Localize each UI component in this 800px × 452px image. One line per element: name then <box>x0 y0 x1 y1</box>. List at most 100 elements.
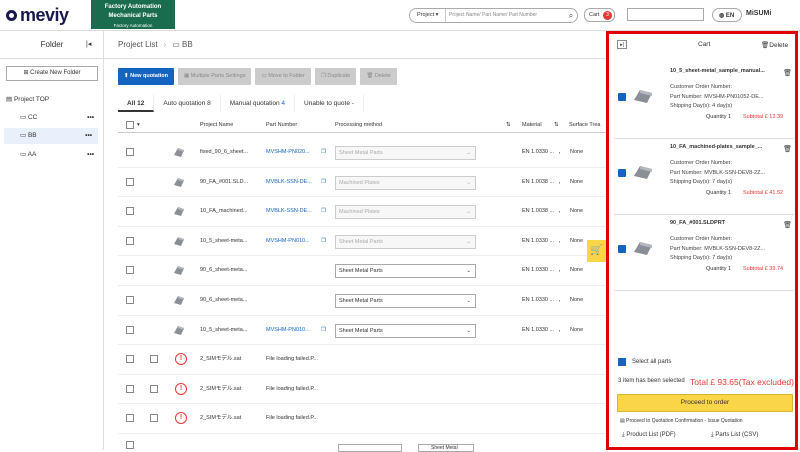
tab-auto-quotation[interactable]: Auto quotation 8 <box>154 95 221 112</box>
row-checkbox[interactable] <box>126 414 134 423</box>
project-name-cell[interactable]: 2_SIMモデル.sat <box>200 404 262 433</box>
cart-button[interactable]: Cart 3 <box>584 8 615 22</box>
misumi-logo[interactable]: MiSUMi <box>746 10 771 17</box>
cart-item-checkbox[interactable] <box>618 93 626 101</box>
search-icon[interactable]: ⌕ <box>565 11 577 21</box>
material-info-icon[interactable]: ▪ <box>559 256 560 285</box>
processing-method-select[interactable]: Sheet Metal Parts ⌄ <box>335 264 476 279</box>
col-part-number[interactable]: Part Number <box>266 117 297 133</box>
row-sub-checkbox[interactable] <box>150 355 158 364</box>
col-project-name[interactable]: Project Name <box>200 117 233 133</box>
breadcrumb-root[interactable]: Project List <box>118 40 158 49</box>
row-checkbox[interactable] <box>126 177 134 186</box>
multiple-parts-settings-button[interactable]: ▦ Multiple Parts Settings <box>178 68 252 85</box>
processing-method-select[interactable]: Sheet Metal Parts ⌄ <box>335 146 476 160</box>
material-info-icon[interactable]: ▪ <box>559 286 560 315</box>
cart-delete-button[interactable]: 🗑Delete <box>761 41 788 49</box>
cart-item-title[interactable]: 90_FA_#001.SLDPRT <box>670 219 788 229</box>
part-number-cell[interactable]: MVBLK-SSN-DE... <box>266 168 324 197</box>
select-all-rows-checkbox[interactable] <box>126 121 134 129</box>
table-row[interactable]: 10_5_sheet-meta... MVSHM-PN010... ❐ Sheet M… <box>118 227 606 257</box>
tab-all[interactable]: All 12 <box>118 95 155 112</box>
part-thumbnail[interactable] <box>172 323 186 337</box>
material-info-icon[interactable]: ▪ <box>559 138 560 167</box>
processing-method-select[interactable]: Sheet Metal Parts ⌄ <box>335 234 476 249</box>
product-list-pdf-link[interactable]: ⤓ Product List (PDF) <box>622 432 676 439</box>
project-name-cell[interactable]: 2_SIMモデル.sat <box>200 345 262 374</box>
sidebar-item-bb[interactable]: ▭ BB ••• <box>4 128 98 144</box>
select-all-checkbox[interactable] <box>618 358 626 366</box>
cart-item[interactable]: 10_FA_machined-plates_sample_... 🗑 Custome… <box>614 140 794 215</box>
row-checkbox[interactable] <box>126 325 134 334</box>
processing-method-select[interactable]: Machined Plates ⌄ <box>335 175 476 190</box>
search-category-select[interactable]: Project ▾ <box>410 9 446 22</box>
more-options-icon[interactable]: ••• <box>87 147 94 163</box>
part-thumbnail[interactable] <box>172 263 186 277</box>
cart-item-checkbox[interactable] <box>618 245 626 253</box>
part-thumbnail[interactable] <box>172 204 186 218</box>
processing-method-select[interactable]: Sheet Metal Parts ⌄ <box>335 294 476 308</box>
part-number-cell[interactable]: MVSHM-PN020... <box>266 138 324 167</box>
row-checkbox[interactable] <box>126 207 134 216</box>
select-all-parts[interactable]: Select all parts <box>618 358 671 366</box>
trash-icon[interactable]: 🗑 <box>783 69 792 79</box>
factory-automation-banner[interactable]: Factory Automation Mechanical Parts Fact… <box>91 0 175 29</box>
processing-method-select[interactable]: Sheet Metal Parts ⌄ <box>335 323 476 338</box>
user-menu-box[interactable] <box>627 8 704 21</box>
project-name-cell[interactable]: 10_5_sheet-meta... <box>200 227 262 256</box>
copy-icon[interactable]: ❐ <box>321 168 326 197</box>
material-info-icon[interactable]: ▪ <box>559 316 560 345</box>
project-name-cell[interactable]: 10_5_sheet-meta... <box>200 316 262 345</box>
copy-icon[interactable]: ❐ <box>321 197 326 226</box>
sort-icon[interactable]: ⇅ <box>554 117 559 133</box>
table-row[interactable]: ! 2_SIMモデル.sat File loading failed.P... <box>118 404 606 434</box>
table-row[interactable]: ! 2_SIMモデル.sat File loading failed.P... <box>118 375 606 405</box>
sidebar-item-project-top[interactable]: ▤ Project TOP <box>6 92 102 108</box>
tab-manual-quotation[interactable]: Manual quotation 4 <box>221 95 296 112</box>
row-checkbox[interactable] <box>126 355 134 364</box>
select-dropdown-icon[interactable]: ▾ <box>137 117 140 133</box>
part-thumbnail[interactable] <box>172 145 186 159</box>
copy-icon[interactable]: ❐ <box>321 316 326 345</box>
project-name-cell[interactable]: fixed_90_6_sheet... <box>200 138 262 167</box>
material-info-icon[interactable]: ▪ <box>559 168 560 197</box>
table-row[interactable]: 90_FA_#001.SLD... MVBLK-SSN-DE... ❐ Machine… <box>118 168 606 198</box>
table-row[interactable]: ! 2_SIMモデル.sat File loading failed.P... <box>118 345 606 375</box>
close-cart-icon[interactable]: ▸| <box>617 40 627 49</box>
part-number-cell[interactable]: MVBLK-SSN-DE... <box>266 197 324 226</box>
cart-item-checkbox[interactable] <box>618 169 626 177</box>
part-thumbnail[interactable] <box>172 234 186 248</box>
cart-item-title[interactable]: 10_5_sheet-metal_sample_manual... <box>670 67 788 77</box>
proceed-to-order-button[interactable]: Proceed to order <box>617 394 793 412</box>
table-row[interactable]: 90_6_sheet-meta... Sheet Metal Parts ⌄ EN 1… <box>118 256 606 286</box>
col-surface-treatment[interactable]: Surface Trea <box>569 117 601 133</box>
copy-icon[interactable]: ❐ <box>321 227 326 256</box>
meviy-logo[interactable]: meviy <box>6 5 69 26</box>
material-info-icon[interactable]: ▪ <box>559 197 560 226</box>
processing-select[interactable] <box>338 444 402 452</box>
part-thumbnail[interactable] <box>172 293 186 307</box>
add-to-cart-float-icon[interactable]: 🛒 <box>587 240 606 262</box>
cart-item-title[interactable]: 10_FA_machined-plates_sample_... <box>670 143 788 153</box>
more-options-icon[interactable]: ••• <box>85 128 92 144</box>
col-processing-method[interactable]: Processing method <box>335 117 382 133</box>
more-options-icon[interactable]: ••• <box>87 110 94 126</box>
row-sub-checkbox[interactable] <box>150 414 158 423</box>
new-quotation-button[interactable]: ⬆ New quotation <box>118 68 175 85</box>
part-thumbnail[interactable] <box>172 175 186 189</box>
parts-list-csv-link[interactable]: ⤓ Parts List (CSV) <box>711 432 758 439</box>
row-checkbox[interactable] <box>126 236 134 245</box>
project-name-cell[interactable]: 90_FA_#001.SLD... <box>200 168 262 197</box>
table-row[interactable]: fixed_90_6_sheet... MVSHM-PN020... ❐ Sheet … <box>118 138 606 168</box>
row-checkbox[interactable] <box>126 266 134 275</box>
row-checkbox[interactable] <box>126 441 134 449</box>
cart-item[interactable]: 10_5_sheet-metal_sample_manual... 🗑 Custom… <box>614 64 794 139</box>
cart-item[interactable]: 90_FA_#001.SLDPRT 🗑 Customer Order Number:… <box>614 216 794 291</box>
row-sub-checkbox[interactable] <box>150 384 158 393</box>
table-row[interactable]: 10_5_sheet-meta... MVSHM-PN010... ❐ Sheet M… <box>118 316 606 346</box>
part-number-cell[interactable]: MVSHM-PN010... <box>266 316 324 345</box>
processing-method-select[interactable]: Machined Plates ⌄ <box>335 205 476 220</box>
trash-icon[interactable]: 🗑 <box>783 221 792 231</box>
trash-icon[interactable]: 🗑 <box>783 145 792 155</box>
duplicate-button[interactable]: ❐ Duplicate <box>314 68 357 85</box>
